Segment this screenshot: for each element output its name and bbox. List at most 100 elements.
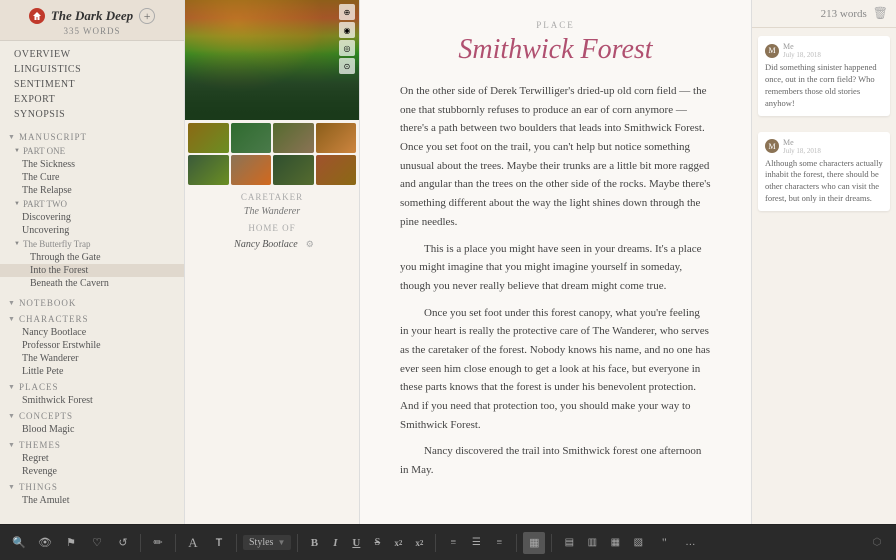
sidebar-item-export[interactable]: EXPORT <box>0 92 184 107</box>
tree-item-sickness[interactable]: The Sickness <box>0 158 184 171</box>
tree-item-revenge[interactable]: Revenge <box>0 465 184 478</box>
add-book-icon[interactable]: + <box>139 8 155 24</box>
tree-item-blood-magic[interactable]: Blood Magic <box>0 423 184 436</box>
notebook-section: ▼ NOTEBOOK ▼ CHARACTERS Nancy Bootlace P… <box>0 294 184 511</box>
thumbnail-6[interactable] <box>231 155 272 185</box>
thumbnail-7[interactable] <box>273 155 314 185</box>
trash-icon[interactable]: 🗑 <box>873 6 888 21</box>
image-icon-2[interactable]: ◉ <box>339 22 355 38</box>
thumbnail-5[interactable] <box>188 155 229 185</box>
book-title: The Dark Deep <box>51 8 133 24</box>
characters-header[interactable]: ▼ CHARACTERS <box>0 310 184 326</box>
list-4-btn[interactable]: ▧ <box>627 532 649 554</box>
tree-item-wanderer[interactable]: The Wanderer <box>0 352 184 365</box>
edit-tool-btn[interactable]: ✏ <box>147 532 169 554</box>
superscript-btn[interactable]: x2 <box>409 533 429 553</box>
thumbnail-3[interactable] <box>273 123 314 153</box>
themes-header[interactable]: ▼ THEMES <box>0 436 184 452</box>
part-one-label: PART ONE <box>23 146 65 156</box>
image-icon-3[interactable]: ◎ <box>339 40 355 56</box>
underline-btn[interactable]: U <box>346 533 366 553</box>
paragraph-4: Nancy discovered the trail into Smithwic… <box>400 442 711 479</box>
comment-2-meta: M Me July 18, 2018 <box>765 138 883 155</box>
quote-btn[interactable]: " <box>653 532 675 554</box>
sidebar-item-synopsis[interactable]: SYNOPSIS <box>0 107 184 122</box>
align-center-btn[interactable]: ☰ <box>465 532 487 554</box>
comment-1-date: July 18, 2018 <box>783 51 821 59</box>
bold-btn[interactable]: B <box>304 533 324 553</box>
themes-label: THEMES <box>19 440 61 450</box>
nancy-gear-icon[interactable]: ⚙ <box>306 239 314 250</box>
place-title: Smithwick Forest <box>400 34 711 66</box>
flag-tool-btn[interactable]: ⚑ <box>60 532 82 554</box>
tree-item-amulet[interactable]: The Amulet <box>0 494 184 507</box>
thumbnail-2[interactable] <box>231 123 272 153</box>
things-label: THINGS <box>19 482 58 492</box>
refresh-tool-btn[interactable]: ↺ <box>112 532 134 554</box>
sidebar-item-overview[interactable]: OVERVIEW <box>0 47 184 62</box>
tree-item-cavern[interactable]: Beneath the Cavern <box>0 277 184 290</box>
manuscript-header[interactable]: ▼ MANUSCRIPT <box>0 128 184 144</box>
characters-label: CHARACTERS <box>19 314 89 324</box>
font-a-btn[interactable]: A <box>182 532 204 554</box>
concepts-label: CONCEPTS <box>19 411 73 421</box>
tree-item-forest[interactable]: Into the Forest <box>0 264 184 277</box>
list-3-btn[interactable]: ▦ <box>604 532 626 554</box>
thumbnail-1[interactable] <box>188 123 229 153</box>
caretaker-wanderer[interactable]: The Wanderer <box>185 204 359 219</box>
comment-1-meta: M Me July 18, 2018 <box>765 42 883 59</box>
part-one-header[interactable]: ▼ PART ONE <box>0 144 184 158</box>
tree-item-nancy[interactable]: Nancy Bootlace <box>0 326 184 339</box>
notebook-label: NOTEBOOK <box>19 298 77 308</box>
heart-tool-btn[interactable]: ♡ <box>86 532 108 554</box>
sidebar: The Dark Deep + 335 WORDS OVERVIEW LINGU… <box>0 0 185 524</box>
sidebar-item-sentiment[interactable]: SENTIMENT <box>0 77 184 92</box>
part-two-header[interactable]: ▼ PART TWO <box>0 197 184 211</box>
font-t-btn[interactable]: T <box>208 532 230 554</box>
butterfly-trap-header[interactable]: ▼ The Butterfly Trap <box>0 237 184 251</box>
italic-btn[interactable]: I <box>325 533 345 553</box>
subscript-btn[interactable]: x2 <box>388 533 408 553</box>
comment-2-date: July 18, 2018 <box>783 147 821 155</box>
align-right-btn[interactable]: ≡ <box>488 532 510 554</box>
toolbar-divider-4 <box>297 534 298 552</box>
nancy-bootlace-item[interactable]: Nancy Bootlace <box>230 237 302 252</box>
concepts-header[interactable]: ▼ CONCEPTS <box>0 407 184 423</box>
list-2-btn[interactable]: ▥ <box>581 532 603 554</box>
styles-dropdown[interactable]: Styles ▼ <box>243 535 291 550</box>
tree-item-relapse[interactable]: The Relapse <box>0 184 184 197</box>
thumbnail-8[interactable] <box>316 155 357 185</box>
sidebar-item-linguistics[interactable]: LINGUISTICS <box>0 62 184 77</box>
caretaker-label: CARETAKER <box>185 188 359 204</box>
tree-item-discovering[interactable]: Discovering <box>0 211 184 224</box>
styles-label: Styles <box>249 537 273 548</box>
tree-item-professor[interactable]: Professor Erstwhile <box>0 339 184 352</box>
tree-item-cure[interactable]: The Cure <box>0 171 184 184</box>
sidebar-nav: OVERVIEW LINGUISTICS SENTIMENT EXPORT SY… <box>0 41 184 128</box>
align-left-btn[interactable]: ≡ <box>442 532 464 554</box>
toolbar-divider-2 <box>175 534 176 552</box>
tree-item-gate[interactable]: Through the Gate <box>0 251 184 264</box>
image-icons: ⊕ ◉ ◎ ⊙ <box>339 4 355 74</box>
home-icon[interactable] <box>29 8 45 24</box>
image-icon-1[interactable]: ⊕ <box>339 4 355 20</box>
places-header[interactable]: ▼ PLACES <box>0 378 184 394</box>
comment-1-text: Did something sinister happened once, ou… <box>765 62 883 110</box>
toolbar-divider-1 <box>140 534 141 552</box>
image-icon-4[interactable]: ⊙ <box>339 58 355 74</box>
thumbnail-4[interactable] <box>316 123 357 153</box>
ellipsis-btn[interactable]: … <box>679 532 701 554</box>
notebook-header[interactable]: ▼ NOTEBOOK <box>0 294 184 310</box>
eye-tool-btn[interactable]: 👁 <box>34 532 56 554</box>
more-btn[interactable]: ⬡ <box>866 532 888 554</box>
strikethrough-btn[interactable]: S <box>367 533 387 553</box>
tree-item-little-pete[interactable]: Little Pete <box>0 365 184 378</box>
tree-item-regret[interactable]: Regret <box>0 452 184 465</box>
tree-item-smithwick[interactable]: Smithwick Forest <box>0 394 184 407</box>
list-1-btn[interactable]: ▤ <box>558 532 580 554</box>
search-tool-btn[interactable]: 🔍 <box>8 532 30 554</box>
things-header[interactable]: ▼ THINGS <box>0 478 184 494</box>
block-view-btn[interactable]: ▦ <box>523 532 545 554</box>
toolbar-divider-6 <box>516 534 517 552</box>
tree-item-uncovering[interactable]: Uncovering <box>0 224 184 237</box>
